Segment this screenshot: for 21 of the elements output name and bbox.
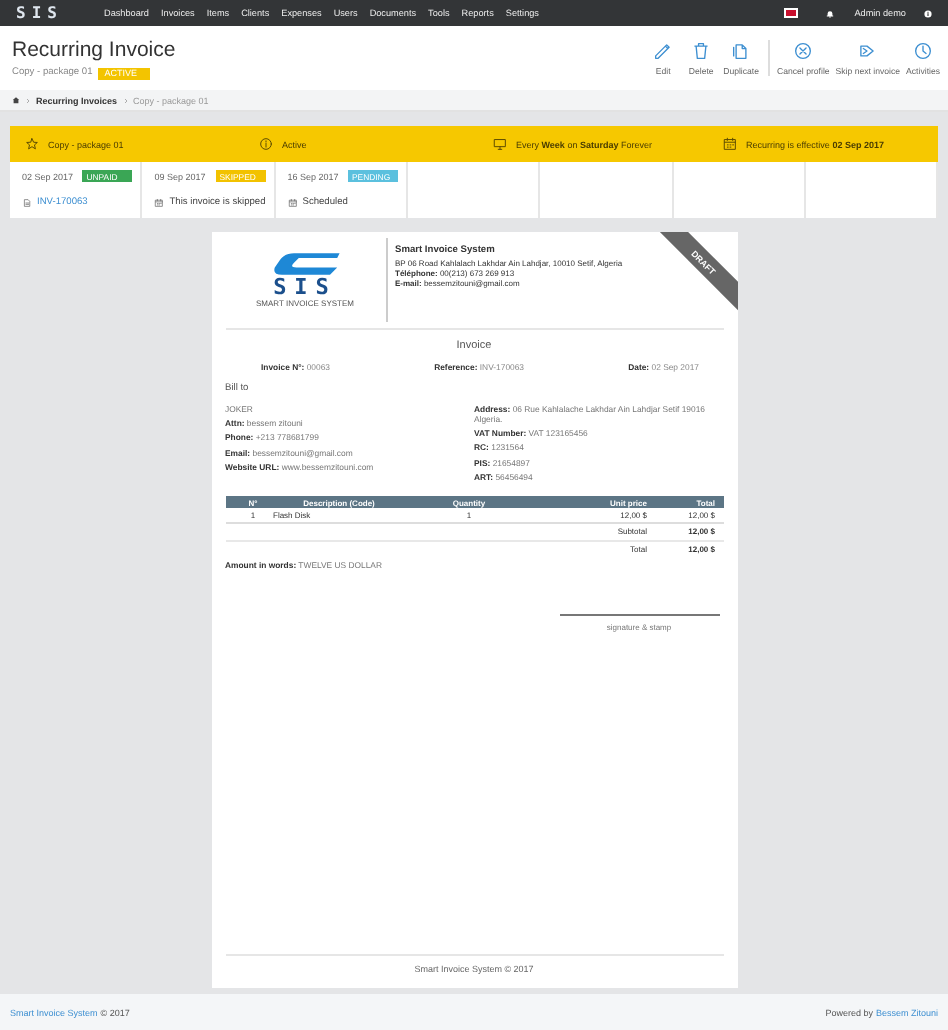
document-icon	[22, 198, 32, 208]
app-logo[interactable]: SIS	[16, 4, 88, 22]
star-icon	[24, 136, 40, 152]
home-icon[interactable]	[12, 96, 20, 104]
skip-arrow-icon	[856, 39, 879, 62]
pencil-icon	[652, 39, 675, 62]
bell-icon[interactable]	[826, 9, 835, 17]
flag-icon[interactable]	[784, 8, 799, 18]
info-icon	[258, 136, 274, 152]
monitor-icon	[492, 136, 508, 152]
logo-mark-icon	[269, 252, 341, 276]
trash-icon	[690, 39, 713, 62]
document-icon	[730, 39, 753, 62]
calendar-icon	[722, 136, 738, 152]
calendar-icon	[154, 198, 165, 208]
circle-x-icon	[792, 39, 815, 62]
info-icon[interactable]	[924, 9, 932, 17]
clock-icon	[912, 39, 935, 62]
logo-text: SIS	[273, 276, 337, 298]
calendar-icon	[287, 198, 298, 208]
page-title: Recurring Invoice	[12, 37, 178, 61]
